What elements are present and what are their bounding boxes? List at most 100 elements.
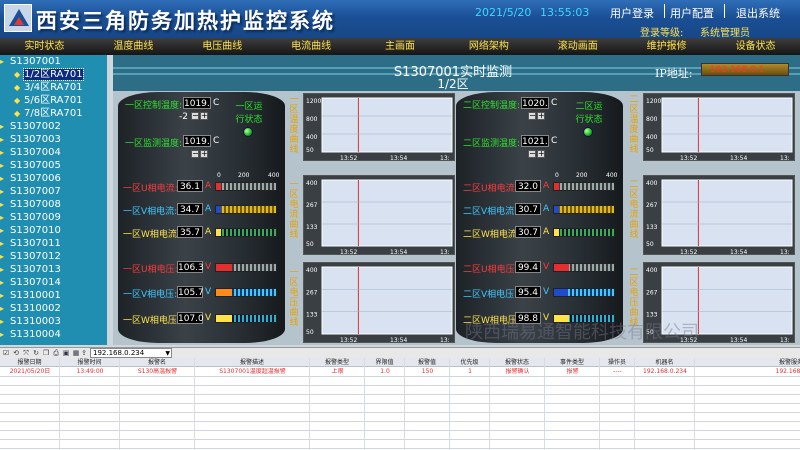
column-header[interactable]: 报警值 xyxy=(405,358,450,367)
copy-icon[interactable]: ❐ xyxy=(42,349,50,357)
column-header[interactable]: 报警类型 xyxy=(310,358,365,367)
chart-y-tick: 133 xyxy=(646,224,658,231)
chart-x-tick: 13:52 xyxy=(680,249,697,256)
nav-device-status[interactable]: 设备状态 xyxy=(711,38,800,55)
tree-node[interactable]: ▸ S1310002 xyxy=(0,302,107,315)
tree-node[interactable]: ▸ S1307003 xyxy=(0,133,107,146)
tree-node[interactable]: ▸ S1307009 xyxy=(0,211,107,224)
chart-y-tick: 1200 xyxy=(646,98,661,105)
table-row[interactable]: 2021/05/20日 13:49:00 S130高温报警 S1307001温度超温报… xyxy=(0,368,800,376)
z2-ctrl-temp-unit: C xyxy=(551,98,558,108)
tree-node[interactable]: ▸ S1307004 xyxy=(0,146,107,159)
tree-node[interactable]: ▸ S1310003 xyxy=(0,315,107,328)
column-header[interactable]: 报警描述 xyxy=(195,358,310,367)
z2-mon-minus-button[interactable]: − xyxy=(528,150,536,158)
exit-system-link[interactable]: 退出系统 xyxy=(736,5,780,21)
column-header[interactable]: 报警日期 xyxy=(0,358,60,367)
tree-node-label: S1307007 xyxy=(10,186,61,197)
z1-mon-temp-unit: C xyxy=(213,136,220,146)
column-header[interactable]: 优先级 xyxy=(450,358,490,367)
table-cell: 上限 xyxy=(331,368,344,375)
nav-temp-curve[interactable]: 温度曲线 xyxy=(89,38,178,55)
chart-y-tick: 400 xyxy=(306,180,318,187)
nav-current-curve[interactable]: 电流曲线 xyxy=(267,38,356,55)
tree-node-label: S1307008 xyxy=(10,199,61,210)
save-icon[interactable]: ▣ xyxy=(62,349,70,357)
tree-node[interactable]: ▸ S1307002 xyxy=(0,120,107,133)
folder-icon: ▸ xyxy=(0,304,5,313)
nav-realtime-status[interactable]: 实时状态 xyxy=(0,38,89,55)
ip-select[interactable]: 192.168.0.234 ▼ xyxy=(90,348,172,358)
z1-ctrl-minus-button[interactable]: − xyxy=(191,112,199,120)
export-icon[interactable]: ⇪ xyxy=(80,349,88,357)
row-divider xyxy=(0,412,800,413)
table-icon[interactable]: ▦ xyxy=(72,349,80,357)
column-header[interactable]: 报警状态 xyxy=(490,358,545,367)
tree-node[interactable]: ▸ S1307010 xyxy=(0,224,107,237)
user-config-link[interactable]: 用户配置 xyxy=(670,5,714,21)
tree-node[interactable]: ▸ S1310001 xyxy=(0,289,107,302)
table-cell: S1307001温度超温报警 xyxy=(219,368,286,375)
z1-mon-plus-button[interactable]: + xyxy=(200,150,208,158)
reset-icon[interactable]: ⟲ xyxy=(12,349,20,357)
tree-node[interactable]: ▸ S1307013 xyxy=(0,263,107,276)
z2-mon-plus-button[interactable]: + xyxy=(537,150,545,158)
z1-ctrl-temp-value: 1019. xyxy=(183,97,211,109)
tree-subnode[interactable]: ◆ 5/6区RA701 xyxy=(0,94,107,107)
nav-network[interactable]: 网络架构 xyxy=(444,38,533,55)
z2-iv-label: 二区V相电流: xyxy=(463,207,518,217)
folder-icon: ▸ xyxy=(0,122,5,131)
nav-voltage-curve[interactable]: 电压曲线 xyxy=(178,38,267,55)
user-login-link[interactable]: 用户登录 xyxy=(610,5,654,21)
column-header[interactable]: 机器名 xyxy=(635,358,695,367)
tree-node[interactable]: ▸ S1310004 xyxy=(0,328,107,341)
column-header[interactable]: 事件类型 xyxy=(545,358,600,367)
tree-node[interactable]: ▸ S1307001 xyxy=(0,55,107,68)
chart-y-tick: 1200 xyxy=(306,98,321,105)
tree-node-label: S1307012 xyxy=(10,251,61,262)
expand-icon[interactable]: ⤧ xyxy=(22,349,30,357)
checkbox-icon[interactable]: ☑ xyxy=(2,349,10,357)
tree-node[interactable]: ▸ S1307014 xyxy=(0,276,107,289)
z2-ctrl-plus-button[interactable]: + xyxy=(537,112,545,120)
column-header[interactable]: 报警时间 xyxy=(60,358,120,367)
chart-x-tick: 13: xyxy=(780,249,790,256)
z2-current-chart-label: 二区电流曲线 xyxy=(629,180,639,240)
nav-maintenance[interactable]: 维护报修 xyxy=(622,38,711,55)
column-header[interactable]: 界限值 xyxy=(365,358,405,367)
alarm-table: 报警日期 报警时间 报警名 报警描述 报警类型 界限值 报警值 优先级 报警状态 事件类型 操作员机… xyxy=(0,358,800,450)
tree-node[interactable]: ▸ S1307011 xyxy=(0,237,107,250)
tree-subnode[interactable]: ◆ 7/8区RA701 xyxy=(0,107,107,120)
tree-node[interactable]: ▸ S1307008 xyxy=(0,198,107,211)
z1-iu-bar-fill xyxy=(216,183,222,190)
z2-ctrl-minus-button[interactable]: − xyxy=(528,112,536,120)
z2-temp-chart: 1200 800 400 50 13:52 13:54 13: xyxy=(643,93,795,162)
tree-node-label: S1310002 xyxy=(10,303,61,314)
refresh-icon[interactable]: ↻ xyxy=(32,349,40,357)
tree-subnode[interactable]: ◆ 1/2区RA701 xyxy=(0,68,107,81)
z1-vv-unit: V xyxy=(205,287,212,297)
z1-mon-minus-button[interactable]: − xyxy=(191,150,199,158)
folder-icon: ▸ xyxy=(0,265,5,274)
z1-ctrl-plus-button[interactable]: + xyxy=(200,112,208,120)
tree-node-label: S1307002 xyxy=(10,121,61,132)
tree-node[interactable]: ▸ S1307005 xyxy=(0,159,107,172)
tree-subnode[interactable]: ◆ 3/4区RA701 xyxy=(0,81,107,94)
tree-node[interactable]: ▸ S1307012 xyxy=(0,250,107,263)
column-header[interactable]: 报警服务器名 xyxy=(695,358,800,367)
chart-y-tick: 50 xyxy=(306,329,314,336)
nav-main-screen[interactable]: 主画面 xyxy=(356,38,445,55)
print-icon[interactable]: ⎙ xyxy=(52,349,60,357)
login-level-label: 登录等级: xyxy=(640,28,684,39)
tree-node-label: S1307006 xyxy=(10,173,61,184)
tree-node-label: S1307010 xyxy=(10,225,61,236)
column-header[interactable]: 报警名 xyxy=(120,358,195,367)
column-header[interactable]: 操作员 xyxy=(600,358,635,367)
panel-title-bar: S1307001实时监测 1/2区 IP地址: 192.168.0.1 xyxy=(113,55,800,91)
chart-y-tick: 50 xyxy=(646,147,654,154)
tree-node[interactable]: ▸ S1307007 xyxy=(0,185,107,198)
chart-y-tick: 267 xyxy=(646,202,658,209)
tree-node[interactable]: ▸ S1307006 xyxy=(0,172,107,185)
nav-scroll-screen[interactable]: 滚动画面 xyxy=(533,38,622,55)
z1-iw-bar-fill xyxy=(216,229,222,236)
